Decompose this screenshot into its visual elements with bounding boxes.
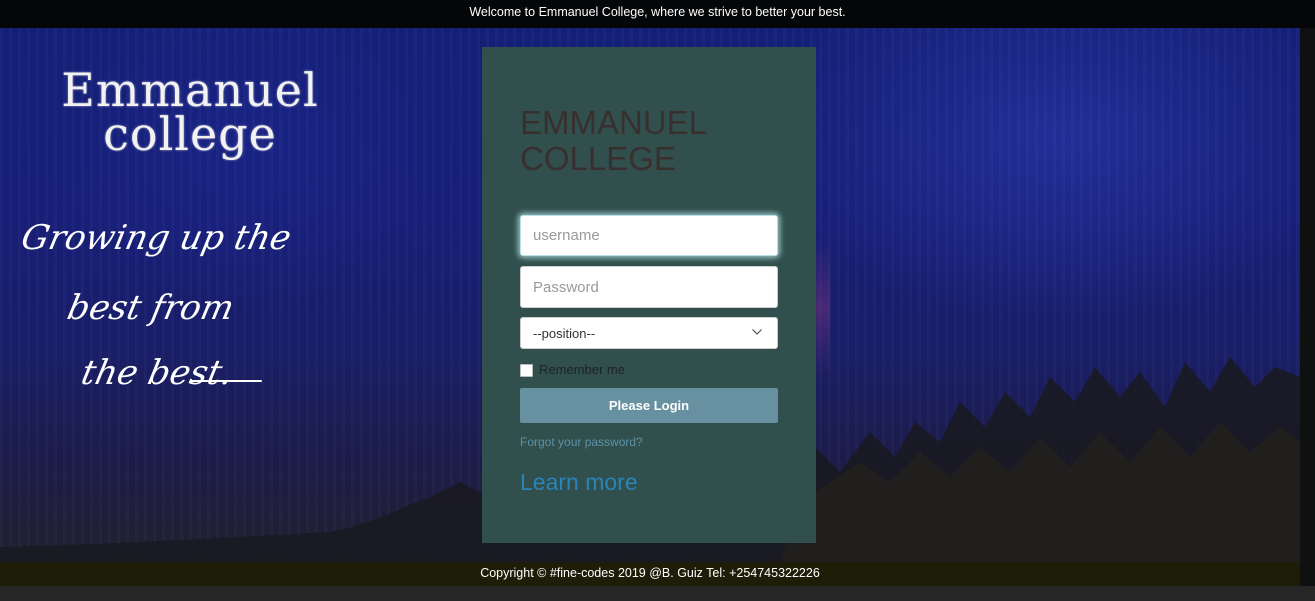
position-selected-value: --position-- [533,326,596,341]
tagline-line-3: the best. [77,353,237,393]
login-title: EMMANUEL COLLEGE [520,104,706,177]
forgot-password-link[interactable]: Forgot your password? [520,435,643,449]
remember-me-checkbox[interactable] [520,364,533,377]
position-select[interactable]: --position-- [520,317,778,349]
login-button[interactable]: Please Login [520,388,778,423]
logo-line-2: college [103,107,277,161]
scrollbar-corner [1300,562,1315,586]
tagline-flourish [190,380,262,382]
footer-bar: Copyright © #fine-codes 2019 @B. Guiz Te… [0,562,1300,586]
vertical-scrollbar[interactable] [1300,28,1315,562]
bottom-strip [0,586,1315,601]
username-input[interactable] [520,215,778,256]
copyright-text: Copyright © #fine-codes 2019 @B. Guiz Te… [480,566,820,580]
tagline-line-2: best from [63,288,238,328]
password-input[interactable] [520,266,778,308]
remember-me-label[interactable]: Remember me [539,362,625,377]
college-branding: Emmanuel college Growing up the best fro… [18,67,352,393]
welcome-bar: Welcome to Emmanuel College, where we st… [0,0,1315,28]
welcome-text: Welcome to Emmanuel College, where we st… [469,5,846,19]
chevron-down-icon [752,329,762,335]
login-panel: EMMANUEL COLLEGE --position-- Remember m… [482,47,816,543]
login-page: Welcome to Emmanuel College, where we st… [0,0,1315,601]
tagline-line-1: Growing up the [17,218,295,258]
learn-more-link[interactable]: Learn more [520,469,638,496]
college-logo-text: Emmanuel college [40,67,340,161]
